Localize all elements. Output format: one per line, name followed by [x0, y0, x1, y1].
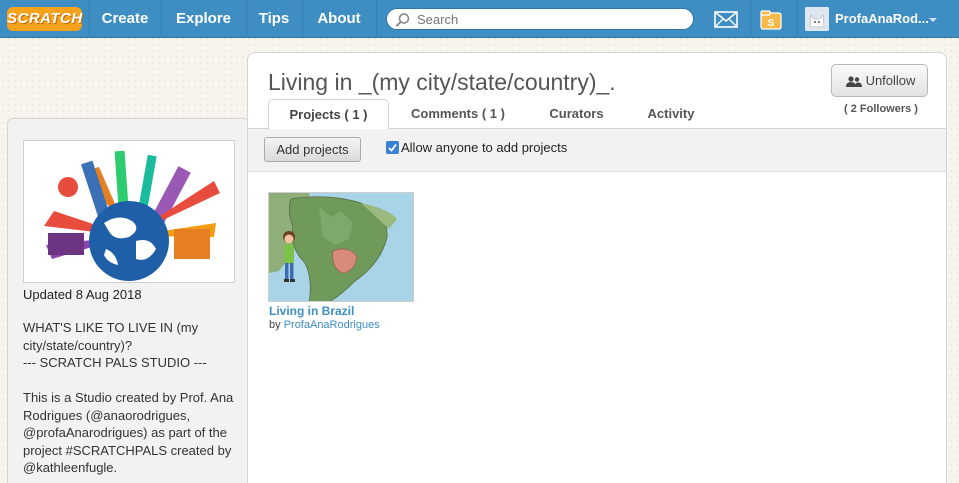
- tab-curators[interactable]: Curators: [534, 99, 619, 129]
- project-title-link[interactable]: Living in Brazil: [269, 304, 354, 318]
- folder-icon[interactable]: S: [760, 9, 782, 30]
- avatar: [805, 7, 829, 31]
- search-icon: [396, 13, 410, 27]
- description-line: @profaAnarodrigues) as part of the: [23, 425, 227, 440]
- unfollow-label: Unfollow: [865, 73, 916, 88]
- description-line: city/state/country)?: [23, 337, 133, 353]
- studio-info-panel: Updated 8 Aug 2018 WHAT'S LIKE TO LIVE I…: [7, 118, 250, 483]
- projects-toolbar: Add projects Allow anyone to add project…: [248, 129, 946, 172]
- envelope-icon[interactable]: [714, 11, 738, 28]
- nav-tips[interactable]: Tips: [246, 0, 302, 38]
- project-author-line: by ProfaAnaRodrigues: [269, 319, 380, 331]
- scratch-logo[interactable]: SCRATCH: [7, 7, 82, 31]
- brazil-map-image: [269, 193, 413, 301]
- nav-explore[interactable]: Explore: [161, 0, 246, 38]
- studio-description: WHAT'S LIKE TO LIVE IN (my city/state/co…: [23, 319, 243, 477]
- top-nav-bar: SCRATCH Create Explore Tips About Search…: [0, 0, 959, 38]
- nav-divider: [376, 0, 377, 38]
- nav-about[interactable]: About: [302, 0, 376, 38]
- add-projects-button[interactable]: Add projects: [264, 137, 361, 162]
- allow-anyone-label: Allow anyone to add projects: [401, 140, 568, 155]
- project-by-prefix: by: [269, 319, 281, 331]
- studio-thumbnail: [23, 140, 235, 283]
- tab-projects[interactable]: Projects ( 1 ): [268, 99, 389, 130]
- followers-count: ( 2 Followers ): [844, 103, 918, 115]
- tab-activity[interactable]: Activity: [630, 99, 712, 129]
- tab-comments[interactable]: Comments ( 1 ): [400, 99, 516, 129]
- updated-date: Updated 8 Aug 2018: [23, 287, 142, 302]
- studio-thumbnail-image: [44, 150, 220, 281]
- studio-title[interactable]: Living in _(my city/state/country)_.: [268, 69, 616, 96]
- description-line: Rodrigues (@anaorodrigues,: [23, 407, 191, 423]
- nav-create[interactable]: Create: [89, 0, 161, 38]
- svg-text:S: S: [768, 18, 775, 29]
- nav-divider: [750, 0, 751, 38]
- description-line: @kathleenfugle.: [23, 460, 118, 475]
- username: ProfaAnaRod...: [835, 11, 929, 26]
- search-input[interactable]: [417, 11, 687, 27]
- description-line: WHAT'S LIKE TO LIVE IN (my: [23, 320, 199, 335]
- cat-avatar-icon: [805, 7, 829, 31]
- project-author-link[interactable]: ProfaAnaRodrigues: [284, 319, 380, 331]
- description-line: This is a Studio created by Prof. Ana: [23, 390, 234, 405]
- followers-icon: [846, 76, 862, 87]
- description-line: [23, 372, 243, 390]
- search-box[interactable]: [386, 8, 694, 30]
- description-line: project #SCRATCHPALS created by: [23, 442, 232, 458]
- project-thumbnail[interactable]: [268, 192, 414, 302]
- user-menu[interactable]: ProfaAnaRod...: [797, 0, 959, 38]
- allow-anyone-checkbox[interactable]: [386, 141, 399, 154]
- description-line: --- SCRATCH PALS STUDIO ---: [23, 355, 207, 370]
- studio-main-panel: Living in _(my city/state/country)_. Unf…: [247, 52, 947, 483]
- chevron-down-icon: [929, 18, 937, 22]
- unfollow-button[interactable]: Unfollow: [831, 64, 928, 97]
- checkmark-icon: [388, 143, 397, 152]
